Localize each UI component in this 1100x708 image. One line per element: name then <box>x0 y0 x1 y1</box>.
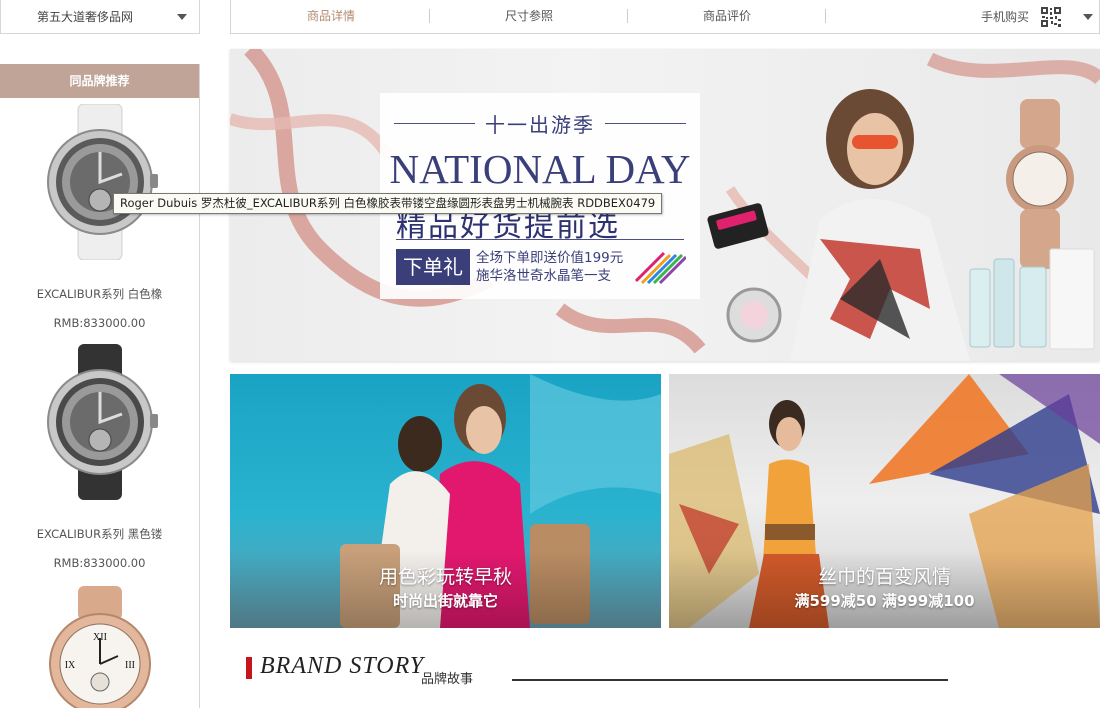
brand-story-rule <box>512 679 948 681</box>
promo-tile-scarves[interactable]: 丝巾的百变风情 满599减50 满999减100 <box>669 374 1100 628</box>
tile-subtitle: 时尚出街就靠它 <box>392 592 498 610</box>
chevron-down-icon <box>177 14 187 20</box>
gift-line-2: 施华洛世奇水晶笔一支 <box>476 268 611 284</box>
brand-story-accent-bar <box>246 657 252 679</box>
promo-headline: NATIONAL DAY <box>389 146 691 192</box>
site-select-dropdown[interactable]: 第五大道奢侈品网 <box>0 0 200 34</box>
site-select-label: 第五大道奢侈品网 <box>36 10 133 24</box>
tile-title: 丝巾的百变风情 <box>817 566 951 588</box>
product-tooltip: Roger Dubuis 罗杰杜彼_EXCALIBUR系列 白色橡胶表带镂空盘缘… <box>113 193 663 214</box>
product-name: EXCALIBUR系列 黑色镂 <box>36 527 163 541</box>
product-card[interactable]: EXCALIBUR系列 白色橡 RMB:833000.00 <box>0 104 199 344</box>
watch-image <box>47 344 158 500</box>
product-name: EXCALIBUR系列 白色橡 <box>36 287 163 301</box>
gift-description: 全场下单即送价值199元 施华洛世奇水晶笔一支 <box>476 249 623 285</box>
qr-code-icon <box>1041 6 1062 27</box>
promo-event-heading: 十一出游季 <box>394 113 686 137</box>
gift-line-1: 全场下单即送价值199元 <box>476 250 624 266</box>
same-brand-sidebar: 同品牌推荐 EXCALIBUR系列 白色橡 RMB:833000.00 EXCA… <box>0 64 200 708</box>
tile-title: 用色彩玩转早秋 <box>378 566 512 588</box>
product-price: RMB:833000.00 <box>53 316 146 330</box>
tab-divider <box>825 9 826 23</box>
mobile-buy-label: 手机购买 <box>981 10 1030 24</box>
divider <box>394 122 475 124</box>
brand-story-title: BRAND STORY <box>260 653 425 679</box>
product-card[interactable]: XII III IX <box>0 586 199 708</box>
product-tab-nav: 商品详情 尺寸参照 商品评价 手机购买 <box>230 0 1100 34</box>
product-price: RMB:833000.00 <box>53 556 146 570</box>
divider <box>396 239 684 240</box>
tab-product-reviews[interactable]: 商品评价 <box>627 0 827 33</box>
sidebar-title: 同品牌推荐 <box>0 64 199 98</box>
svg-text:III: III <box>125 660 135 671</box>
brand-story-subtitle: 品牌故事 <box>421 672 474 687</box>
watch-image: XII III IX <box>49 586 151 708</box>
tile-subtitle: 满599减50 满999减100 <box>794 592 975 610</box>
product-card[interactable]: EXCALIBUR系列 黑色镂 RMB:833000.00 <box>0 344 199 584</box>
page: 第五大道奢侈品网 商品详情 尺寸参照 商品评价 手机购买 同品牌推荐 EXCAL… <box>0 0 1100 708</box>
tab-size-reference[interactable]: 尺寸参照 <box>429 0 629 33</box>
divider <box>605 122 686 124</box>
crystal-pens-image <box>634 251 686 285</box>
tab-product-details[interactable]: 商品详情 <box>231 0 431 33</box>
chevron-down-icon <box>1083 14 1093 20</box>
mobile-buy-button[interactable]: 手机购买 <box>979 0 1099 33</box>
watch-image <box>47 104 158 260</box>
gift-label: 下单礼 <box>396 249 470 285</box>
svg-text:IX: IX <box>65 660 76 671</box>
promo-event-label: 十一出游季 <box>485 112 595 137</box>
promo-tile-colors[interactable]: 用色彩玩转早秋 时尚出街就靠它 <box>230 374 661 628</box>
